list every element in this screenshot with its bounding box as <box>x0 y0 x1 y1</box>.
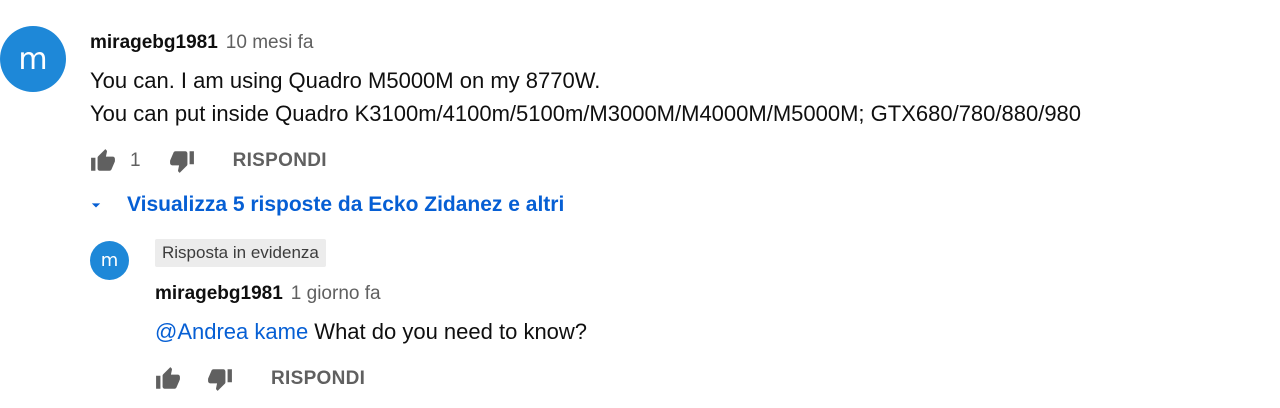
avatar-letter: m <box>18 41 48 77</box>
mention-link[interactable]: @Andrea kame <box>155 319 308 344</box>
thumb-down-icon <box>169 151 194 173</box>
comment-body: You can. I am using Quadro M5000M on my … <box>90 64 1081 130</box>
reply-text: What do you need to know? <box>308 319 588 344</box>
comment-time[interactable]: 10 mesi fa <box>226 32 314 54</box>
comment-line-2: You can put inside Quadro K3100m/4100m/5… <box>90 101 1082 126</box>
reply-time[interactable]: 1 giorno fa <box>291 283 381 305</box>
caret-down-icon <box>91 203 101 208</box>
reply-like-button[interactable] <box>155 366 181 392</box>
comment-actions: 1 RISPONDI <box>90 148 327 174</box>
avatar[interactable]: m <box>0 26 66 92</box>
comment-line-1: You can. I am using Quadro M5000M on my … <box>90 68 601 93</box>
comment-thread: m miragebg1981 10 mesi fa You can. I am … <box>0 0 1280 408</box>
view-replies-button[interactable]: Visualizza 5 risposte da Ecko Zidanez e … <box>86 193 564 217</box>
highlighted-reply-badge: Risposta in evidenza <box>155 239 326 267</box>
like-button[interactable] <box>90 148 116 174</box>
comment-author[interactable]: miragebg1981 <box>90 32 218 54</box>
reply-avatar-letter: m <box>100 250 119 271</box>
thumb-up-icon <box>91 149 115 171</box>
reply-body: @Andrea kame What do you need to know? <box>155 315 587 348</box>
reply-header: miragebg1981 1 giorno fa <box>155 283 381 305</box>
like-count: 1 <box>130 150 141 171</box>
reply-button[interactable]: RISPONDI <box>233 150 327 172</box>
reply-dislike-button[interactable] <box>207 366 233 392</box>
reply-author[interactable]: miragebg1981 <box>155 283 283 305</box>
reply-reply-button[interactable]: RISPONDI <box>271 368 365 390</box>
thumb-up-icon <box>156 367 180 389</box>
comment-header: miragebg1981 10 mesi fa <box>90 32 313 54</box>
reply-avatar[interactable]: m <box>90 241 129 280</box>
reply-actions: RISPONDI <box>155 366 365 392</box>
view-replies-label: Visualizza 5 risposte da Ecko Zidanez e … <box>127 193 565 216</box>
thumb-down-icon <box>208 369 232 391</box>
dislike-button[interactable] <box>169 148 195 174</box>
